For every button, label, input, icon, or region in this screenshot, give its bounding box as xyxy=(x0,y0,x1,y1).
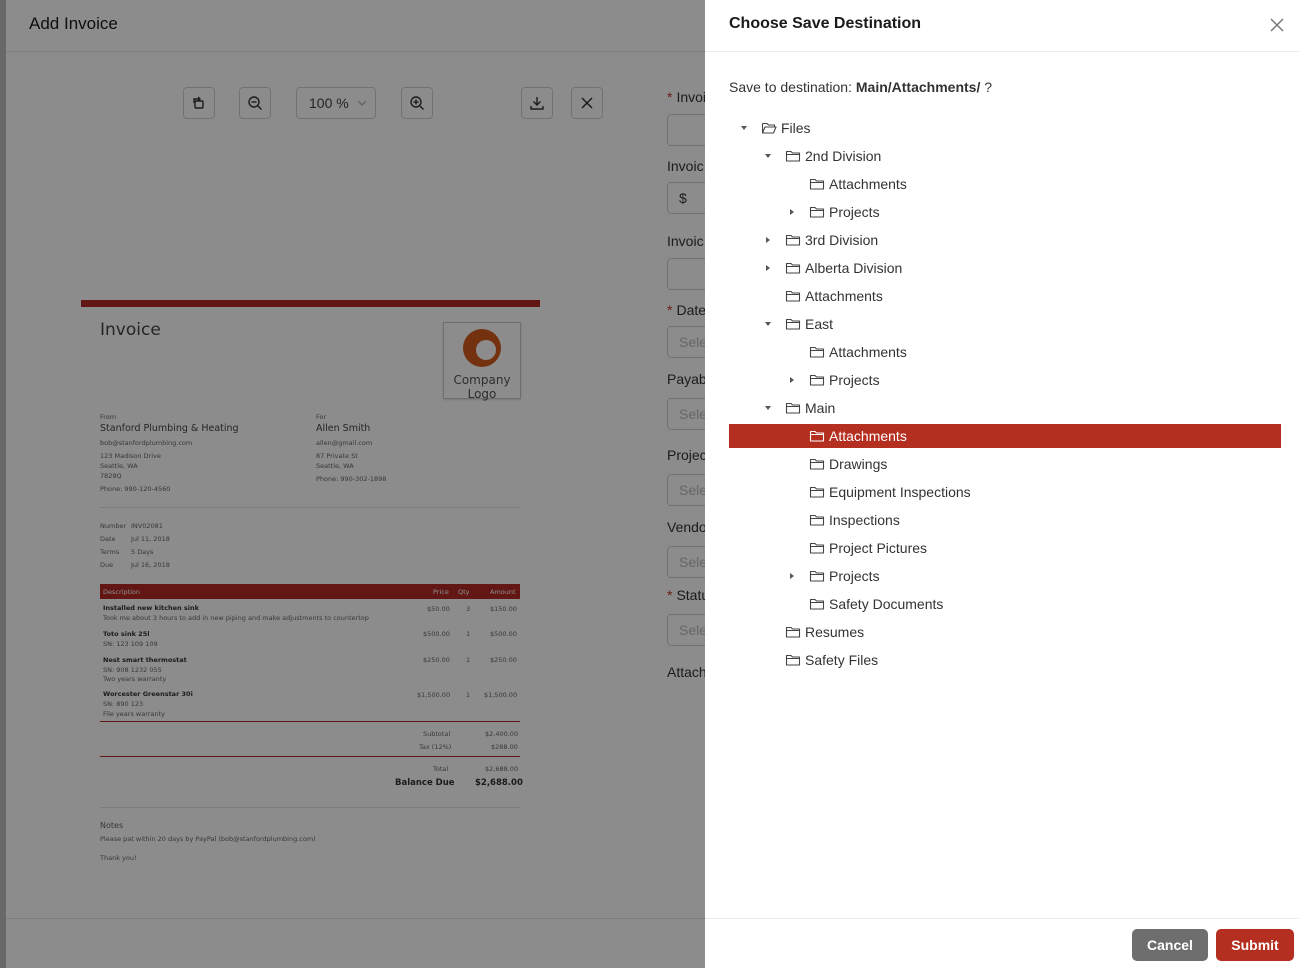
folder-icon xyxy=(809,570,825,582)
tree-node-label: Inspections xyxy=(829,512,900,528)
tree-node-label: Equipment Inspections xyxy=(829,484,971,500)
tree-node-main[interactable]: Main xyxy=(729,396,1281,420)
caret-down-icon[interactable] xyxy=(761,317,775,331)
tree-node-label: East xyxy=(805,316,834,332)
drawer-footer xyxy=(705,918,1299,968)
tree-node-projects[interactable]: Projects xyxy=(729,200,1281,224)
tree-node-label: Projects xyxy=(829,568,880,584)
caret-down-icon[interactable] xyxy=(761,149,775,163)
folder-icon xyxy=(809,458,825,470)
tree-node-inspections[interactable]: Inspections xyxy=(729,508,1281,532)
tree-node-attachments[interactable]: Attachments xyxy=(729,424,1281,448)
caret-right-icon[interactable] xyxy=(761,261,775,275)
tree-node-label: Alberta Division xyxy=(805,260,903,276)
tree-node-label: Drawings xyxy=(829,456,888,472)
tree-node-label: 3rd Division xyxy=(805,232,879,248)
tree-node-alberta-division[interactable]: Alberta Division xyxy=(729,256,1281,280)
prompt-suffix: ? xyxy=(984,79,993,95)
folder-icon xyxy=(785,150,801,162)
tree-node-label: Safety Files xyxy=(805,652,879,668)
modal-backdrop[interactable] xyxy=(0,0,705,968)
folder-icon xyxy=(809,514,825,526)
tree-node-label: Attachments xyxy=(829,176,907,192)
tree-node-attachments[interactable]: Attachments xyxy=(729,172,1281,196)
tree-node-equipment-inspections[interactable]: Equipment Inspections xyxy=(729,480,1281,504)
close-icon[interactable] xyxy=(1268,16,1286,34)
folder-icon xyxy=(785,234,801,246)
tree-node-label: Projects xyxy=(829,204,880,220)
tree-node-projects[interactable]: Projects xyxy=(729,368,1281,392)
drawer-title: Choose Save Destination xyxy=(729,15,922,32)
destination-prompt: Save to destination: Main/Attachments/ ? xyxy=(729,79,992,95)
folder-icon xyxy=(809,206,825,218)
folder-icon xyxy=(809,486,825,498)
folder-icon xyxy=(809,430,825,442)
tree-node-project-pictures[interactable]: Project Pictures xyxy=(729,536,1281,560)
prompt-prefix: Save to destination: xyxy=(729,79,852,95)
tree-node-safety-files[interactable]: Safety Files xyxy=(729,648,1281,672)
tree-node-label: Projects xyxy=(829,372,880,388)
tree-node-attachments[interactable]: Attachments xyxy=(729,340,1281,364)
folder-icon xyxy=(809,346,825,358)
folder-icon xyxy=(809,598,825,610)
tree-node-label: Main xyxy=(805,400,836,416)
tree-node-label: Attachments xyxy=(829,344,907,360)
drawer-header: Choose Save Destination xyxy=(705,0,1299,52)
tree-node-label: Attachments xyxy=(805,288,883,304)
save-destination-drawer: Choose Save Destination Save to destinat… xyxy=(705,0,1299,968)
tree-node-3rd-division[interactable]: 3rd Division xyxy=(729,228,1281,252)
tree-node-2nd-division[interactable]: 2nd Division xyxy=(729,144,1281,168)
tree-node-label: Files xyxy=(781,120,811,136)
caret-right-icon[interactable] xyxy=(785,205,799,219)
folder-open-icon xyxy=(761,122,777,134)
tree-node-safety-documents[interactable]: Safety Documents xyxy=(729,592,1281,616)
folder-icon xyxy=(785,262,801,274)
caret-down-icon[interactable] xyxy=(761,401,775,415)
submit-button[interactable]: Submit xyxy=(1216,929,1294,961)
tree-node-attachments[interactable]: Attachments xyxy=(729,284,1281,308)
tree-node-label: Attachments xyxy=(829,428,907,444)
caret-right-icon[interactable] xyxy=(785,373,799,387)
folder-icon xyxy=(785,290,801,302)
cancel-button[interactable]: Cancel xyxy=(1132,929,1208,961)
tree-node-label: 2nd Division xyxy=(805,148,882,164)
tree-node-drawings[interactable]: Drawings xyxy=(729,452,1281,476)
folder-icon xyxy=(809,374,825,386)
prompt-path: Main/Attachments/ xyxy=(855,79,981,95)
add-invoice-page: Add Invoice 100 % Invoice Company Logo F… xyxy=(0,0,705,968)
tree-node-label: Resumes xyxy=(805,624,865,640)
caret-right-icon[interactable] xyxy=(761,233,775,247)
folder-icon xyxy=(785,318,801,330)
caret-down-icon[interactable] xyxy=(737,121,751,135)
caret-right-icon[interactable] xyxy=(785,569,799,583)
tree-node-east[interactable]: East xyxy=(729,312,1281,336)
folder-icon xyxy=(809,542,825,554)
tree-node-resumes[interactable]: Resumes xyxy=(729,620,1281,644)
tree-node-label: Safety Documents xyxy=(829,596,944,612)
folder-icon xyxy=(809,178,825,190)
tree-node-projects[interactable]: Projects xyxy=(729,564,1281,588)
tree-node-label: Project Pictures xyxy=(829,540,928,556)
folder-icon xyxy=(785,654,801,666)
tree-node-files[interactable]: Files xyxy=(729,116,1281,140)
folder-icon xyxy=(785,626,801,638)
folder-icon xyxy=(785,402,801,414)
